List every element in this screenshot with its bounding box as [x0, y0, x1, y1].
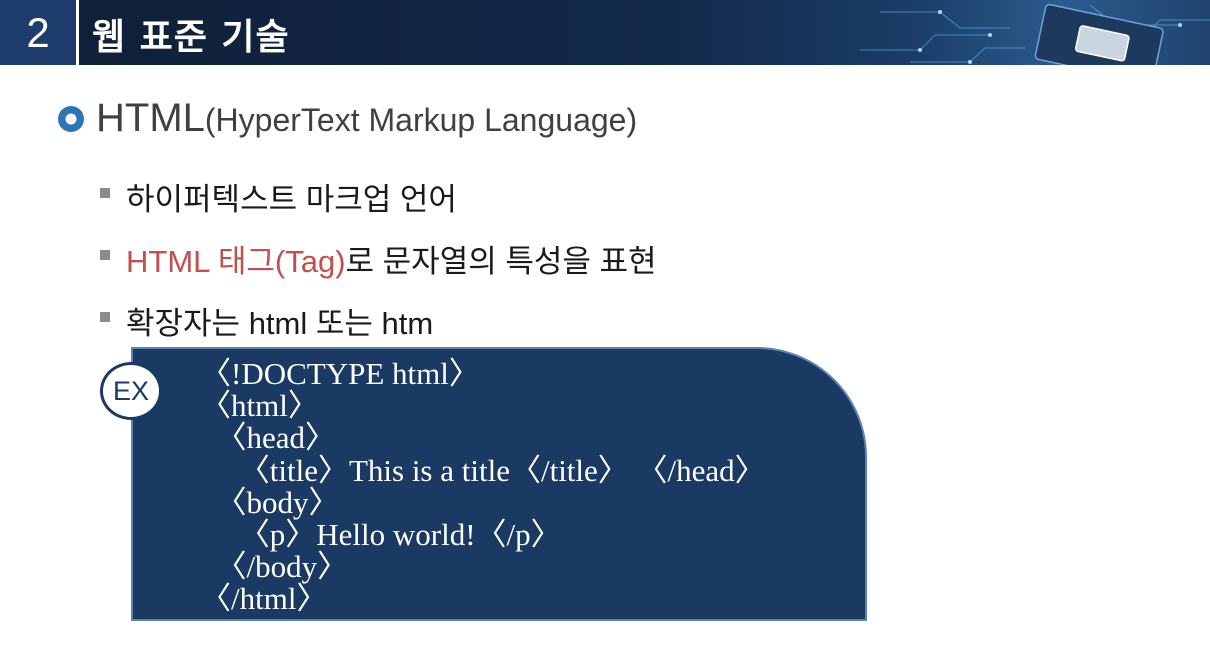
code-line: 〈p〉Hello world!〈/p〉 [200, 517, 562, 553]
section-heading: HTML(HyperText Markup Language) [96, 96, 637, 141]
code-line: 〈title〉This is a title〈/title〉 〈/head〉 [200, 452, 766, 488]
example-badge: EX [100, 362, 162, 420]
code-line: 〈head〉 [200, 420, 337, 456]
square-bullet-icon [100, 312, 110, 322]
code-line: 〈!DOCTYPE html〉 [200, 356, 480, 391]
heading-main: HTML [96, 96, 205, 140]
bullet-text: 확장자는 html 또는 htm [126, 306, 434, 341]
bullet-highlight: HTML 태그(Tag) [126, 244, 346, 279]
heading-paren: (HyperText Markup Language) [204, 102, 638, 138]
bullet-text: HTML 태그(Tag)로 문자열의 특성을 표현 [126, 236, 657, 281]
slide-header: 2 웹 표준 기술 [0, 0, 1210, 65]
code-line: 〈/body〉 [200, 549, 349, 585]
code-line: 〈html〉 [200, 388, 319, 424]
circle-bullet-icon [58, 106, 84, 132]
code-line: 〈body〉 [200, 484, 340, 520]
bullet-rest: 로 문자열의 특성을 표현 [345, 244, 657, 279]
code-line: 〈/html〉 [200, 581, 328, 617]
circuit-chip-decoration [860, 3, 1210, 65]
code-example: 〈!DOCTYPE html〉 〈html〉 〈head〉 〈title〉Thi… [200, 356, 766, 617]
slide-title: 웹 표준 기술 [92, 17, 290, 58]
square-bullet-icon [100, 250, 110, 260]
section-number: 2 [0, 0, 79, 65]
square-bullet-icon [100, 188, 110, 198]
bullet-text: 하이퍼텍스트 마크업 언어 [126, 182, 457, 217]
